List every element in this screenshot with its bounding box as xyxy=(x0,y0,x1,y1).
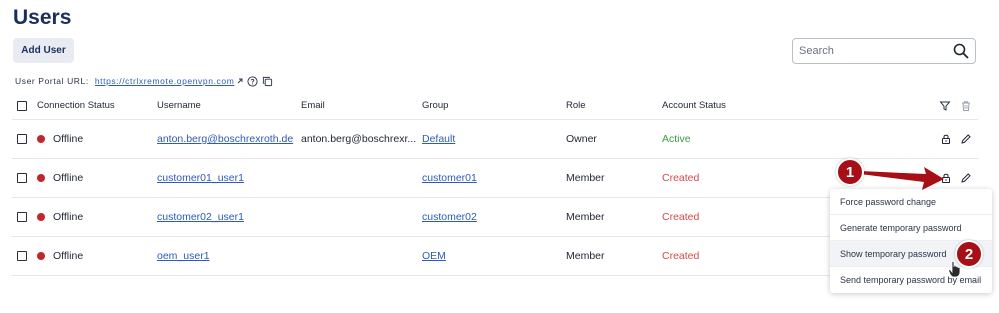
header-username[interactable]: Username xyxy=(157,92,299,119)
search-input[interactable] xyxy=(799,43,949,59)
filter-icon[interactable] xyxy=(939,100,951,112)
callout-arrow xyxy=(860,167,944,190)
add-user-button[interactable]: Add User xyxy=(13,38,74,63)
username-link[interactable]: anton.berg@boschrexroth.de xyxy=(157,133,293,145)
role-cell: Member xyxy=(566,250,605,262)
role-cell: Owner xyxy=(566,133,597,145)
search-box[interactable] xyxy=(792,38,976,64)
menu-item-generate-temporary-password[interactable]: Generate temporary password xyxy=(830,215,992,241)
table-header-row: Connection Status Username Email Group R… xyxy=(12,92,978,120)
table-row[interactable]: Offline anton.berg@boschrexroth.de anton… xyxy=(12,120,978,159)
group-link[interactable]: customer01 xyxy=(422,172,477,184)
role-cell: Member xyxy=(566,172,605,184)
email-cell xyxy=(301,159,419,197)
row-checkbox[interactable] xyxy=(17,212,27,222)
group-link[interactable]: OEM xyxy=(422,250,446,262)
row-checkbox[interactable] xyxy=(17,134,27,144)
header-email[interactable]: Email xyxy=(301,92,419,119)
connection-status: Offline xyxy=(37,237,157,275)
edit-icon[interactable] xyxy=(960,172,972,184)
select-all-checkbox[interactable] xyxy=(17,100,27,111)
hand-cursor-icon xyxy=(948,260,961,278)
portal-url-row: User Portal URL: https://ctrlxremote.ope… xyxy=(15,74,273,88)
header-role[interactable]: Role xyxy=(566,92,656,119)
header-group[interactable]: Group xyxy=(422,92,562,119)
row-checkbox[interactable] xyxy=(17,173,27,183)
header-account-status[interactable]: Account Status xyxy=(662,92,782,119)
external-link-icon[interactable] xyxy=(236,77,244,85)
connection-status-text: Offline xyxy=(53,172,84,184)
group-link[interactable]: Default xyxy=(422,133,455,145)
email-cell: anton.berg@boschrexr... xyxy=(301,133,417,145)
account-status-cell: Created xyxy=(662,172,700,184)
connection-status: Offline xyxy=(37,120,157,158)
header-connection-status[interactable]: Connection Status xyxy=(37,92,157,119)
connection-status: Offline xyxy=(37,198,157,236)
connection-status-text: Offline xyxy=(53,250,84,262)
offline-status-dot xyxy=(37,252,45,260)
username-link[interactable]: customer02_user1 xyxy=(157,211,244,223)
email-cell xyxy=(301,198,419,236)
username-link[interactable]: customer01_user1 xyxy=(157,172,244,184)
connection-status-text: Offline xyxy=(53,211,84,223)
account-status-cell: Created xyxy=(662,250,700,262)
account-status-cell: Created xyxy=(662,211,700,223)
username-link[interactable]: oem_user1 xyxy=(157,250,210,262)
offline-status-dot xyxy=(37,174,45,182)
email-cell xyxy=(301,237,419,275)
trash-icon[interactable] xyxy=(960,100,972,112)
help-icon[interactable] xyxy=(247,75,258,87)
callout-marker-1: 1 xyxy=(836,158,864,186)
offline-status-dot xyxy=(37,135,45,143)
row-checkbox[interactable] xyxy=(17,251,27,261)
role-cell: Member xyxy=(566,211,605,223)
search-icon[interactable] xyxy=(953,43,969,59)
group-link[interactable]: customer02 xyxy=(422,211,477,223)
copy-icon[interactable] xyxy=(262,76,273,87)
lock-icon[interactable] xyxy=(940,133,952,145)
account-status-cell: Active xyxy=(662,133,691,145)
connection-status-text: Offline xyxy=(53,133,84,145)
portal-url-link[interactable]: https://ctrlxremote.openvpn.com xyxy=(95,76,235,86)
edit-icon[interactable] xyxy=(960,133,972,145)
offline-status-dot xyxy=(37,213,45,221)
page-title: Users xyxy=(13,6,72,29)
portal-url-label: User Portal URL: xyxy=(15,76,89,86)
connection-status: Offline xyxy=(37,159,157,197)
menu-item-send-temporary-password[interactable]: Send temporary password by email xyxy=(830,267,992,293)
